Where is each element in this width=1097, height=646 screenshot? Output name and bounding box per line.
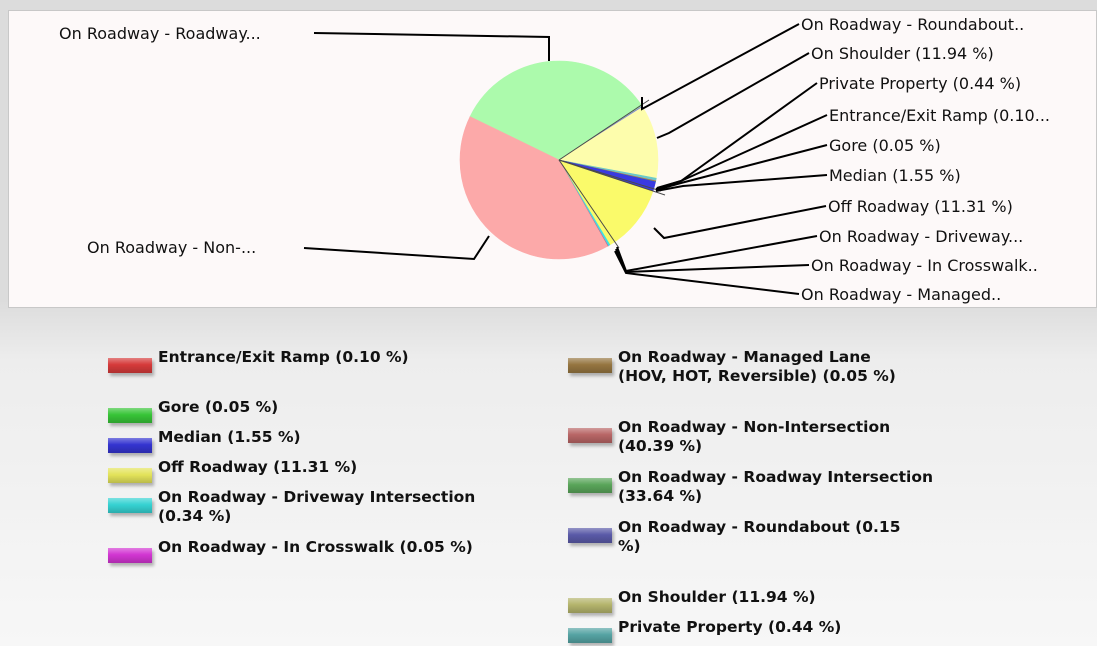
callout-leader-line [614, 250, 800, 295]
plot-area: On Roadway - Roadway... On Roadway - Roun… [8, 10, 1097, 308]
legend-label: On Roadway - Driveway Intersection (0.34… [158, 488, 476, 525]
legend-label: On Shoulder (11.94 %) [618, 588, 816, 606]
legend: Entrance/Exit Ramp (0.10 %) Gore (0.05 %)… [0, 340, 1097, 646]
legend-item[interactable]: On Shoulder (11.94 %) [568, 588, 948, 613]
callout-label: On Roadway - Managed.. [801, 285, 1001, 304]
legend-swatch [108, 408, 152, 423]
legend-item[interactable]: Median (1.55 %) [108, 428, 488, 453]
legend-swatch [108, 468, 152, 483]
callout-leader-line [656, 82, 818, 189]
legend-label: Gore (0.05 %) [158, 398, 279, 416]
legend-item[interactable]: On Roadway - Driveway Intersection (0.34… [108, 488, 488, 526]
legend-swatch [568, 628, 612, 643]
legend-item[interactable]: On Roadway - Managed Lane (HOV, HOT, Rev… [568, 348, 908, 386]
callout-leader-line [313, 32, 550, 61]
legend-item[interactable]: On Roadway - Roundabout (0.15 %) [568, 518, 908, 556]
callout-label: Off Roadway (11.31 %) [828, 197, 1013, 216]
callout-label: On Shoulder (11.94 %) [811, 44, 994, 63]
callout-label: Median (1.55 %) [829, 166, 961, 185]
callout-leader-line [303, 235, 490, 261]
legend-label: On Roadway - Managed Lane (HOV, HOT, Rev… [618, 348, 896, 385]
callout-leader-line [653, 205, 827, 240]
callout-label: On Roadway - In Crosswalk.. [811, 256, 1038, 275]
legend-swatch [108, 498, 152, 513]
legend-swatch [108, 358, 152, 373]
callout-leader-line [641, 23, 800, 111]
legend-label: Off Roadway (11.31 %) [158, 458, 358, 476]
legend-item[interactable]: Entrance/Exit Ramp (0.10 %) [108, 348, 488, 373]
legend-swatch [108, 548, 152, 563]
legend-label: Private Property (0.44 %) [618, 618, 842, 636]
legend-item[interactable]: Off Roadway (11.31 %) [108, 458, 488, 483]
legend-swatch [108, 438, 152, 453]
legend-item[interactable]: Gore (0.05 %) [108, 398, 488, 423]
callout-label: Private Property (0.44 %) [819, 74, 1021, 93]
legend-swatch [568, 428, 612, 443]
legend-item[interactable]: On Roadway - Non-Intersection (40.39 %) [568, 418, 908, 456]
legend-label: Median (1.55 %) [158, 428, 301, 446]
legend-label: On Roadway - Non-Intersection (40.39 %) [618, 418, 891, 455]
callout-label: On Roadway - Non-... [87, 238, 256, 257]
legend-swatch [568, 478, 612, 493]
callout-label: Gore (0.05 %) [829, 136, 941, 155]
legend-label: On Roadway - Roadway Intersection (33.64… [618, 468, 934, 505]
legend-item[interactable]: Private Property (0.44 %) [568, 618, 948, 643]
legend-label: On Roadway - Roundabout (0.15 %) [618, 518, 901, 555]
legend-swatch [568, 358, 612, 373]
callout-leader-line [655, 144, 828, 191]
callout-label: Entrance/Exit Ramp (0.10... [829, 106, 1050, 125]
legend-swatch [568, 598, 612, 613]
callout-leader-line [656, 52, 810, 139]
pie-chart: On Roadway - Roadway... On Roadway - Roun… [59, 15, 1050, 304]
callout-label: On Roadway - Roundabout.. [801, 15, 1024, 34]
callout-label: On Roadway - Roadway... [59, 24, 261, 43]
callout-label: On Roadway - Driveway... [819, 227, 1023, 246]
legend-label: On Roadway - In Crosswalk (0.05 %) [158, 538, 473, 556]
legend-swatch [568, 528, 612, 543]
legend-item[interactable]: On Roadway - In Crosswalk (0.05 %) [108, 538, 488, 563]
legend-item[interactable]: On Roadway - Roadway Intersection (33.64… [568, 468, 948, 506]
callout-leader-line [615, 248, 810, 274]
legend-label: Entrance/Exit Ramp (0.10 %) [158, 348, 409, 366]
